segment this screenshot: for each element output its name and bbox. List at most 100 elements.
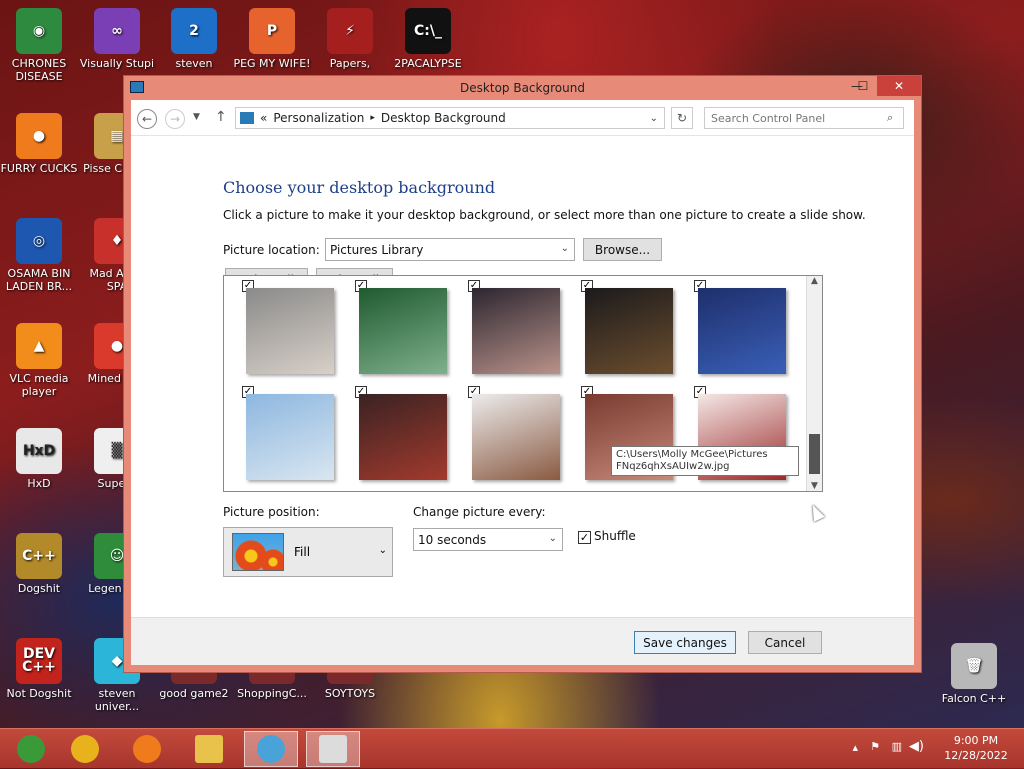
- taskbar-control-panel-button[interactable]: [244, 731, 298, 767]
- desktop-icon-label: SOYTOYS: [324, 687, 376, 700]
- picture-tile[interactable]: ✓: [450, 276, 560, 380]
- refresh-icon: ↻: [676, 111, 688, 125]
- dialog-footer: Save changes Cancel: [131, 617, 914, 665]
- firefox-icon: [133, 735, 161, 763]
- desktop-icon-image: DEV C++: [16, 638, 62, 684]
- search-input[interactable]: Search Control Panel: [704, 107, 904, 129]
- desktop-icon[interactable]: ∞ Visually Stupi: [78, 8, 156, 70]
- back-arrow-icon: ←: [141, 112, 153, 126]
- forward-button[interactable]: →: [165, 109, 185, 129]
- desktop-icon-label: Not Dogshit: [6, 687, 72, 700]
- chrome-icon: [71, 735, 99, 763]
- desktop-icon[interactable]: C:\_ 2PACALYPSE: [389, 8, 467, 70]
- desktop-background-window: Desktop Background — ☐ ✕ ← → ▼ ↑ « Perso…: [123, 75, 922, 673]
- maximize-button[interactable]: ☐: [849, 76, 877, 96]
- desktop-icon-image: ⚡: [327, 8, 373, 54]
- desktop-icon-label: steven: [175, 57, 213, 70]
- volume-icon[interactable]: ◀): [909, 739, 924, 754]
- save-changes-button[interactable]: Save changes: [634, 631, 736, 654]
- action-center-flag-icon[interactable]: ⚑: [870, 740, 880, 753]
- up-arrow-icon[interactable]: ↑: [215, 109, 227, 125]
- desktop-icon-image: C++: [16, 533, 62, 579]
- picture-tile[interactable]: ✓: [676, 276, 786, 380]
- taskbar-chrome-button[interactable]: [58, 731, 112, 767]
- browse-button[interactable]: Browse...: [583, 238, 662, 261]
- window-title: Desktop Background: [460, 81, 585, 95]
- picture-location-select[interactable]: Pictures Library ⌄: [325, 238, 575, 261]
- picture-position-select[interactable]: Fill ⌄: [223, 527, 393, 577]
- search-icon[interactable]: ⌕: [887, 111, 893, 125]
- desktop-icon-image: C:\_: [405, 8, 451, 54]
- network-icon[interactable]: ▥: [892, 740, 902, 753]
- picture-thumbnail[interactable]: [246, 288, 334, 374]
- desktop-icon[interactable]: ▲ VLC media player: [0, 323, 78, 398]
- desktop-icon-label: Falcon C++: [941, 692, 1007, 705]
- desktop-icon[interactable]: ⚡ Papers,: [311, 8, 389, 70]
- desktop-icon[interactable]: C++ Dogshit: [0, 533, 78, 595]
- file-path-tooltip: C:\Users\Molly McGee\Pictures FNqz6qhXsAU…: [611, 446, 799, 476]
- taskbar-chrome-old-button[interactable]: [4, 731, 58, 767]
- breadcrumb[interactable]: « Personalization ▸ Desktop Background ⌄: [235, 107, 665, 129]
- desktop-icon-label: steven univer...: [94, 687, 140, 713]
- desktop-icon[interactable]: ◉ CHRONES DISEASE: [0, 8, 78, 83]
- shuffle-checkbox[interactable]: ✓: [578, 531, 591, 544]
- picture-thumbnail[interactable]: [359, 288, 447, 374]
- picture-position-label: Picture position:: [223, 505, 320, 519]
- file-explorer-icon: [195, 735, 223, 763]
- taskbar-clock[interactable]: 9:00 PM 12/28/2022: [936, 733, 1016, 763]
- taskbar-file-explorer-button[interactable]: [182, 731, 236, 767]
- picture-thumbnail[interactable]: [472, 394, 560, 480]
- picture-tile[interactable]: ✓: [450, 382, 560, 486]
- desktop-icon-label: Visually Stupi: [79, 57, 155, 70]
- scrollbar-thumb[interactable]: [809, 434, 820, 474]
- taskbar-desktop-background-button[interactable]: [306, 731, 360, 767]
- desktop-icon-image: ▲: [16, 323, 62, 369]
- picture-thumbnail[interactable]: [246, 394, 334, 480]
- recent-pages-dropdown-icon[interactable]: ▼: [193, 112, 200, 122]
- chevron-down-icon: ⌄: [560, 243, 569, 254]
- picture-thumbnail[interactable]: [698, 288, 786, 374]
- scroll-up-icon[interactable]: ▲: [807, 276, 822, 286]
- gallery-scrollbar[interactable]: ▲ ▼: [806, 276, 822, 491]
- change-picture-interval-value: 10 seconds: [418, 532, 487, 547]
- change-picture-interval-select[interactable]: 10 seconds ⌄: [413, 528, 563, 551]
- scroll-down-icon[interactable]: ▼: [807, 481, 822, 491]
- picture-thumbnail[interactable]: [472, 288, 560, 374]
- desktop-icon[interactable]: 2 steven: [155, 8, 233, 70]
- picture-tile[interactable]: ✓: [224, 382, 334, 486]
- picture-tile[interactable]: ✓: [563, 276, 673, 380]
- close-button[interactable]: ✕: [877, 76, 921, 96]
- page-description: Click a picture to make it your desktop …: [223, 208, 866, 222]
- desktop-icon-label: Papers,: [329, 57, 371, 70]
- change-picture-every-label: Change picture every:: [413, 505, 546, 519]
- desktop-icon-label: CHRONES DISEASE: [11, 57, 67, 83]
- breadcrumb-desktop-background[interactable]: Desktop Background: [381, 111, 506, 125]
- desktop-icon-image: ◎: [16, 218, 62, 264]
- desktop-icon-label: OSAMA BIN LADEN BR...: [5, 267, 73, 293]
- picture-tile[interactable]: ✓: [337, 382, 447, 486]
- window-content: ← → ▼ ↑ « Personalization ▸ Desktop Back…: [131, 100, 914, 665]
- desktop-icon-label: FURRY CUCKS: [0, 162, 78, 175]
- show-hidden-icons-icon[interactable]: ▴: [852, 741, 858, 754]
- breadcrumb-personalization[interactable]: Personalization: [273, 111, 364, 125]
- address-dropdown-icon[interactable]: ⌄: [650, 113, 658, 124]
- control-panel-icon: [240, 112, 254, 124]
- desktop-icon-image: ◉: [16, 8, 62, 54]
- desktop-icon[interactable]: 🗑 Falcon C++: [935, 643, 1013, 705]
- desktop-icon[interactable]: DEV C++ Not Dogshit: [0, 638, 78, 700]
- back-button[interactable]: ←: [137, 109, 157, 129]
- picture-thumbnail[interactable]: [359, 394, 447, 480]
- cancel-button[interactable]: Cancel: [748, 631, 822, 654]
- window-titlebar[interactable]: Desktop Background — ☐ ✕: [124, 76, 921, 100]
- picture-tile[interactable]: ✓: [224, 276, 334, 380]
- desktop-icon[interactable]: HxD HxD: [0, 428, 78, 490]
- refresh-button[interactable]: ↻: [671, 107, 693, 129]
- taskbar-firefox-button[interactable]: [120, 731, 174, 767]
- desktop-icon[interactable]: ◎ OSAMA BIN LADEN BR...: [0, 218, 78, 293]
- desktop-icon-label: 2PACALYPSE: [394, 57, 462, 70]
- desktop-icon[interactable]: ● FURRY CUCKS: [0, 113, 78, 175]
- picture-tile[interactable]: ✓: [337, 276, 447, 380]
- desktop-icon[interactable]: P PEG MY WIFE!: [233, 8, 311, 70]
- picture-thumbnail[interactable]: [585, 288, 673, 374]
- picture-position-value: Fill: [294, 545, 311, 559]
